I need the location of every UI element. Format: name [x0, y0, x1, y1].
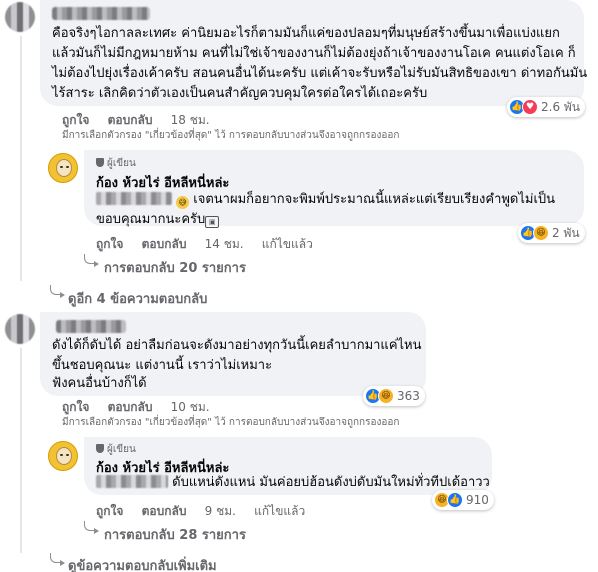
- view-replies-link[interactable]: การตอบกลับ 20 รายการ: [104, 257, 246, 278]
- comment-text-line: ไม่ต้องไปยุ่งเรื่องเค้าครับ สอนคนอื่นได้…: [52, 66, 588, 81]
- commenter-name[interactable]: [56, 320, 126, 333]
- reaction-count: 2 พัน: [552, 225, 580, 240]
- filter-note: มีการเลือกตัวกรอง "เกี่ยวข้องที่สุด" ไว้…: [62, 417, 400, 428]
- like-button[interactable]: ถูกใจ: [62, 400, 89, 414]
- comment-text-line: ฟังคนอื่นบ้างก็ได้: [52, 376, 147, 391]
- mentioned-name[interactable]: [96, 192, 172, 205]
- thread-line: [20, 348, 22, 553]
- comment-text-line: คือจริงๆไอกาลละเทศะ ค่านิยมอะไรก็ตามมันก…: [52, 26, 560, 41]
- love-icon: ♥: [522, 99, 538, 115]
- reply-actions: ถูกใจ ตอบกลับ 14 ชม. แก้ไขแล้ว: [96, 235, 327, 254]
- view-replies-link[interactable]: การตอบกลับ 28 รายการ: [104, 524, 246, 545]
- reply-arrow-icon: [84, 254, 99, 267]
- like-icon: 👍: [447, 492, 463, 508]
- reaction-summary[interactable]: 👍 ♥ 2.6 พัน: [507, 97, 586, 117]
- reply-actions: ถูกใจ ตอบกลับ 9 ชม. แก้ไขแล้ว: [96, 502, 319, 521]
- reaction-count: 2.6 พัน: [541, 99, 581, 114]
- see-more-replies-link[interactable]: ดูอีก 4 ข้อความตอบกลับ: [68, 288, 207, 309]
- haha-icon: 😆: [533, 225, 549, 241]
- comment-text-line: ขึ้นชอบคุณนะ แต่งานนี้ เราว่าไม่เหมาะ: [52, 358, 273, 373]
- shield-icon: [96, 444, 104, 453]
- see-more-replies-link[interactable]: ดูข้อความตอบกลับเพิ่มเติม: [68, 555, 217, 572]
- reply-arrow-icon: [84, 521, 99, 534]
- reply-bubble: ผู้เขียน ก้อง ห้วยไร่ อีหลีหนี่หล่ะ ดับแ…: [84, 437, 492, 495]
- filter-note: มีการเลือกตัวกรอง "เกี่ยวข้องที่สุด" ไว้…: [62, 130, 400, 141]
- reaction-count: 363: [397, 389, 420, 403]
- sweat-smile-emoji: 😅: [176, 196, 190, 209]
- timestamp[interactable]: 14 ชม.: [205, 237, 244, 251]
- reply-arrow-icon: [50, 285, 65, 298]
- haha-icon: 😆: [378, 388, 394, 404]
- reply-button[interactable]: ตอบกลับ: [108, 400, 153, 414]
- comment-bubble: คือจริงๆไอกาลละเทศะ ค่านิยมอะไรก็ตามมันก…: [40, 0, 588, 106]
- reply-text-line: ขอบคุณมากนะครับ ▣: [96, 210, 220, 230]
- comment-text-line: ดังได้ก็ดับได้ อย่าลืมก่อนจะดังมาอย่างทุ…: [52, 338, 422, 353]
- reply-text-line: 😅 เจตนาผมก็อยากจะพิมพ์ประมาณนี้แหล่ะแต่เ…: [96, 190, 555, 210]
- timestamp[interactable]: 10 ชม.: [171, 400, 210, 414]
- author-badge: ผู้เขียน: [96, 156, 136, 171]
- reply-bubble: ผู้เขียน ก้อง ห้วยไร่ อีหลีหนี่หล่ะ 😅 เจ…: [84, 150, 584, 228]
- comment-text-line: ไร้สาระ เลิกคิดว่าตัวเองเป็นคนสำคัญควบคุ…: [52, 86, 428, 101]
- comment-text-line: แล้วมันก็ไม่มีกฎหมายห้าม คนที่ไม่ใช่เจ้า…: [52, 46, 576, 61]
- mentioned-name[interactable]: [96, 475, 168, 488]
- commenter-name[interactable]: [52, 7, 150, 20]
- author-avatar[interactable]: [48, 153, 78, 183]
- like-button[interactable]: ถูกใจ: [96, 237, 123, 251]
- timestamp[interactable]: 18 ชม.: [171, 113, 210, 127]
- reaction-summary[interactable]: 👍 😆 363: [363, 386, 425, 406]
- reply-button[interactable]: ตอบกลับ: [142, 237, 187, 251]
- reaction-summary[interactable]: 😆 👍 910: [432, 490, 494, 510]
- frame-emoji-icon: ▣: [205, 216, 220, 228]
- edited-label: แก้ไขแล้ว: [261, 237, 313, 251]
- commenter-avatar[interactable]: [5, 314, 35, 344]
- reaction-count: 910: [466, 493, 489, 507]
- thread-line: [20, 36, 22, 281]
- reply-text-line: ดับแหน่ดังแหน่ มันค่อยบ่ฮ้อนดังบ่ดับมันใ…: [96, 473, 490, 493]
- reply-arrow-icon: [50, 553, 65, 566]
- reaction-summary[interactable]: 👍 😆 2 พัน: [518, 223, 585, 243]
- like-button[interactable]: ถูกใจ: [96, 504, 123, 518]
- timestamp[interactable]: 9 ชม.: [205, 504, 236, 518]
- like-button[interactable]: ถูกใจ: [62, 113, 89, 127]
- reply-button[interactable]: ตอบกลับ: [142, 504, 187, 518]
- author-badge: ผู้เขียน: [96, 442, 136, 457]
- edited-label: แก้ไขแล้ว: [254, 504, 306, 518]
- commenter-avatar[interactable]: [5, 2, 35, 32]
- comment-bubble: ดังได้ก็ดับได้ อย่าลืมก่อนจะดังมาอย่างทุ…: [40, 312, 426, 396]
- shield-icon: [96, 158, 104, 167]
- reply-button[interactable]: ตอบกลับ: [108, 113, 153, 127]
- author-avatar[interactable]: [48, 441, 78, 471]
